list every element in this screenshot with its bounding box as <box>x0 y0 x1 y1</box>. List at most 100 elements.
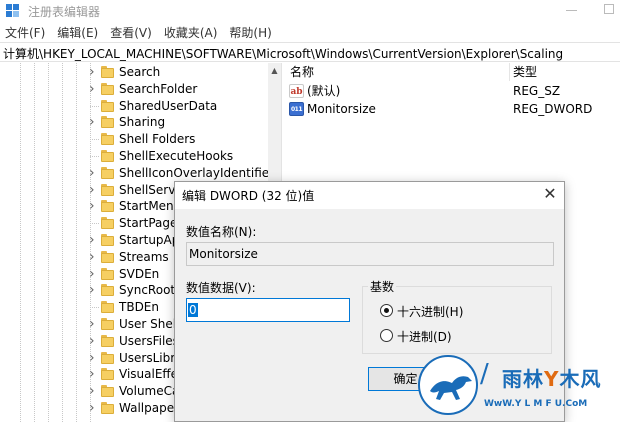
base-groupbox <box>362 286 552 354</box>
tree-item[interactable]: › ShellIconOverlayIdentifier <box>0 165 274 182</box>
value-name: Monitorsize <box>307 102 376 116</box>
tree-item[interactable]: ShellExecuteHooks <box>0 148 268 165</box>
tree-connector <box>90 223 99 225</box>
expand-arrow-icon[interactable]: › <box>89 366 95 383</box>
minimize-icon[interactable] <box>566 10 577 11</box>
value-type: REG_DWORD <box>513 102 593 116</box>
tree-item-label: UsersLibra <box>119 350 183 365</box>
folder-icon <box>101 402 114 414</box>
tree-item-label: VisualEffe <box>119 367 179 382</box>
address-path[interactable]: 计算机\HKEY_LOCAL_MACHINE\SOFTWARE\Microsof… <box>3 45 563 62</box>
folder-icon <box>101 318 114 330</box>
tree-item[interactable]: › Search <box>0 64 268 81</box>
scroll-up-icon[interactable]: ▲ <box>268 63 281 79</box>
value-row-monitorsize[interactable]: 011 Monitorsize REG_DWORD <box>285 100 620 118</box>
column-header-name[interactable]: 名称 <box>290 63 314 81</box>
tree-item-label: Search <box>119 65 161 79</box>
radio-dec-label[interactable]: 十进制(D) <box>397 328 452 345</box>
tree-connector <box>90 307 99 309</box>
value-data-input[interactable]: 0 <box>186 298 350 322</box>
watermark-slash: / <box>480 359 489 389</box>
folder-icon <box>101 183 114 196</box>
value-row-default[interactable]: ab (默认) REG_SZ <box>285 82 620 100</box>
close-icon[interactable]: ✕ <box>541 185 559 203</box>
dialog-title: 编辑 DWORD (32 位)值 <box>182 189 315 203</box>
watermark: / 雨林Y木风 WwW.Y L M F U.CoM <box>418 355 618 417</box>
expand-arrow-icon[interactable]: › <box>89 350 95 367</box>
expand-arrow-icon[interactable]: › <box>89 282 95 299</box>
expand-arrow-icon[interactable]: › <box>89 249 95 266</box>
menu-favorites[interactable]: 收藏夹(A) <box>158 22 224 42</box>
tree-connector <box>90 139 99 141</box>
folder-icon <box>101 284 114 297</box>
radio-dec[interactable] <box>380 329 393 342</box>
expand-arrow-icon[interactable]: › <box>89 333 95 350</box>
menu-help[interactable]: 帮助(H) <box>223 22 277 42</box>
radio-selected-dot <box>384 308 389 313</box>
maximize-icon[interactable] <box>604 4 614 14</box>
folder-icon <box>101 250 114 263</box>
watermark-logo <box>418 355 478 415</box>
menubar: 文件(F) 编辑(E) 查看(V) 收藏夹(A) 帮助(H) <box>0 22 620 42</box>
folder-icon <box>101 166 114 179</box>
tree-item[interactable]: SharedUserData <box>0 98 268 115</box>
tree-item-label: TBDEn <box>119 300 159 315</box>
tree-item-label: SyncRoot <box>119 283 176 298</box>
dword-value-icon: 011 <box>289 102 304 116</box>
folder-icon <box>101 99 114 112</box>
folder-icon <box>101 133 114 146</box>
folder-icon <box>101 267 114 280</box>
expand-arrow-icon[interactable]: › <box>89 182 95 199</box>
value-data-label: 数值数据(V): <box>186 281 256 295</box>
string-value-icon: ab <box>289 84 304 98</box>
folder-icon <box>101 351 114 364</box>
tree-item[interactable]: › SearchFolder <box>0 81 268 98</box>
column-separator[interactable] <box>509 63 510 81</box>
window-titlebar: 注册表编辑器 <box>0 0 620 22</box>
menu-edit[interactable]: 编辑(E) <box>51 22 104 42</box>
expand-arrow-icon[interactable]: › <box>89 81 95 98</box>
watermark-url: WwW.Y L M F U.CoM <box>484 399 588 409</box>
tree-item[interactable]: Shell Folders <box>0 131 268 148</box>
tree-item-label: VolumeCa <box>119 384 180 399</box>
tree-connector <box>90 156 99 157</box>
folder-icon <box>101 301 114 314</box>
folder-icon <box>101 66 114 78</box>
folder-icon <box>101 200 114 213</box>
watermark-brand: 雨林Y木风 <box>502 367 602 391</box>
expand-arrow-icon[interactable]: › <box>89 400 95 417</box>
registry-editor-icon <box>6 4 19 17</box>
address-bar[interactable]: 计算机\HKEY_LOCAL_MACHINE\SOFTWARE\Microsof… <box>0 42 620 62</box>
expand-arrow-icon[interactable]: › <box>89 165 95 182</box>
menu-file[interactable]: 文件(F) <box>0 22 51 42</box>
value-name-label: 数值名称(N): <box>186 225 257 239</box>
expand-arrow-icon[interactable]: › <box>89 64 95 81</box>
dialog-titlebar[interactable]: 编辑 DWORD (32 位)值 ✕ <box>175 182 564 209</box>
tree-item-label: SVDEn <box>119 266 160 281</box>
folder-icon <box>101 82 114 95</box>
tree-item-label: ShellIconOverlayIdentifier <box>119 165 275 180</box>
folder-icon <box>101 150 114 162</box>
folder-icon <box>101 116 114 129</box>
tree-item-label: StartPage <box>119 216 178 231</box>
value-type: REG_SZ <box>513 84 561 98</box>
tree-item-label: StartMenu <box>119 199 182 214</box>
tree-item[interactable]: › Sharing <box>0 114 268 131</box>
radio-hex[interactable] <box>380 304 393 317</box>
folder-icon <box>101 217 114 230</box>
window-title: 注册表编辑器 <box>28 5 101 19</box>
folder-icon <box>101 368 114 381</box>
expand-arrow-icon[interactable]: › <box>89 232 95 249</box>
expand-arrow-icon[interactable]: › <box>89 383 95 400</box>
menu-view[interactable]: 查看(V) <box>104 22 158 42</box>
radio-hex-label[interactable]: 十六进制(H) <box>397 303 463 320</box>
folder-icon <box>101 385 114 398</box>
expand-arrow-icon[interactable]: › <box>89 114 95 131</box>
folder-icon <box>101 334 114 347</box>
expand-arrow-icon[interactable]: › <box>89 316 95 333</box>
tree-item-label: Sharing <box>119 115 166 130</box>
expand-arrow-icon[interactable]: › <box>89 198 95 215</box>
tree-connector <box>90 105 99 107</box>
column-header-type[interactable]: 类型 <box>513 63 537 81</box>
expand-arrow-icon[interactable]: › <box>89 266 95 283</box>
